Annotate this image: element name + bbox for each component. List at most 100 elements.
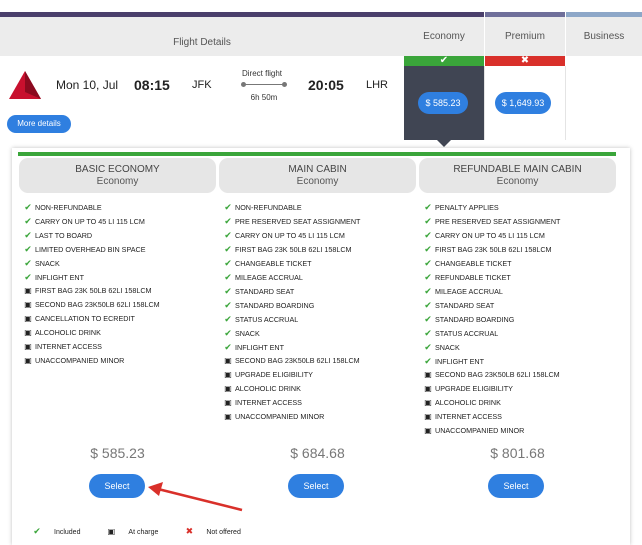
money-icon: ▣	[224, 384, 232, 393]
check-icon: ✔	[224, 328, 232, 338]
feature-label: STATUS ACCRUAL	[435, 329, 499, 338]
feature-item: ✔ MILEAGE ACCRUAL	[423, 284, 616, 298]
check-icon: ✔	[224, 258, 232, 268]
check-icon: ✔	[224, 314, 232, 324]
money-icon: ▣	[24, 328, 32, 337]
feature-item: ✔ SNACK	[423, 340, 616, 354]
check-icon: ✔	[424, 244, 432, 254]
check-icon: ✔	[424, 216, 432, 226]
check-icon: ✔	[224, 272, 232, 282]
business-column-header[interactable]: Business	[566, 12, 642, 56]
fare-header: REFUNDABLE MAIN CABIN Economy	[419, 158, 616, 193]
premium-column-header[interactable]: Premium	[485, 12, 565, 56]
select-refundable-main-cabin-button[interactable]: Select	[488, 474, 544, 498]
fare-refundable-main-cabin: REFUNDABLE MAIN CABIN Economy ✔ PENALTY A…	[419, 158, 616, 438]
feature-item: ✔ NON-REFUNDABLE	[23, 200, 216, 214]
money-icon: ▣	[424, 412, 432, 421]
check-icon: ✔	[24, 230, 32, 240]
check-icon: ✔	[224, 230, 232, 240]
feature-item: ▣ UPGRADE ELIGIBILITY	[423, 382, 616, 396]
feature-label: UPGRADE ELIGIBILITY	[235, 370, 313, 379]
check-icon: ✔	[224, 244, 232, 254]
legend-not-offered-label: Not offered	[206, 529, 241, 536]
check-icon: ✔	[224, 216, 232, 226]
economy-price-button[interactable]: $ 585.23	[418, 92, 468, 114]
economy-column-header[interactable]: Economy	[404, 12, 484, 56]
feature-item: ✔ CHANGEABLE TICKET	[423, 256, 616, 270]
feature-item: ✔ STANDARD BOARDING	[423, 312, 616, 326]
feature-label: INFLIGHT ENT	[435, 357, 484, 366]
feature-item: ✔ CARRY ON UP TO 45 LI 115 LCM	[423, 228, 616, 242]
feature-label: STATUS ACCRUAL	[235, 315, 299, 324]
check-icon: ✔	[424, 342, 432, 352]
check-icon: ✔	[33, 526, 41, 536]
feature-label: CARRY ON UP TO 45 LI 115 LCM	[235, 231, 345, 240]
feature-label: SNACK	[435, 343, 460, 352]
feature-label: FIRST BAG 23K 50LB 62LI 158LCM	[435, 245, 552, 254]
legend-charge-label: At charge	[128, 529, 159, 536]
feature-item: ▣ ALCOHOLIC DRINK	[223, 382, 416, 396]
feature-item: ✔ CARRY ON UP TO 45 LI 115 LCM	[223, 228, 416, 242]
feature-label: CANCELLATION TO ECREDIT	[35, 314, 135, 323]
feature-label: MILEAGE ACCRUAL	[235, 273, 303, 282]
feature-label: REFUNDABLE TICKET	[435, 273, 511, 282]
arrival-airport: LHR	[366, 79, 389, 91]
money-icon: ▣	[24, 342, 32, 351]
fare-name: REFUNDABLE MAIN CABIN	[453, 164, 582, 175]
feature-label: SECOND BAG 23K50LB 62LI 158LCM	[35, 300, 160, 309]
arrival-time: 20:05	[308, 77, 344, 93]
feature-item: ▣ UNACCOMPANIED MINOR	[23, 354, 216, 368]
column-divider	[484, 66, 485, 140]
feature-label: INTERNET ACCESS	[235, 398, 302, 407]
fare-basic-economy: BASIC ECONOMY Economy ✔ NON-REFUNDABLE ✔ CA…	[19, 158, 216, 368]
feature-label: UNACCOMPANIED MINOR	[235, 412, 325, 421]
fare-cabin: Economy	[96, 176, 139, 187]
check-icon: ✔	[424, 272, 432, 282]
feature-item: ✔ INFLIGHT ENT	[423, 354, 616, 368]
feature-label: STANDARD SEAT	[235, 287, 295, 296]
flight-details-header: Flight Details	[0, 12, 404, 56]
feature-item: ✔ CARRY ON UP TO 45 LI 115 LCM	[23, 214, 216, 228]
select-basic-economy-button[interactable]: Select	[89, 474, 145, 498]
feature-label: FIRST BAG 23K 50LB 62LI 158LCM	[235, 245, 352, 254]
feature-item: ▣ INTERNET ACCESS	[23, 340, 216, 354]
stops-label: Direct flight	[241, 69, 282, 78]
feature-item: ✔ NON-REFUNDABLE	[223, 200, 416, 214]
legend: ✔ Included ▣ At charge ✖ Not offered	[32, 526, 265, 537]
money-icon: ▣	[224, 412, 232, 421]
select-main-cabin-button[interactable]: Select	[288, 474, 344, 498]
feature-label: INFLIGHT ENT	[35, 273, 84, 282]
more-details-button[interactable]: More details	[7, 115, 71, 133]
feature-item: ▣ FIRST BAG 23K 50LB 62LI 158LCM	[23, 284, 216, 298]
feature-item: ✔ INFLIGHT ENT	[23, 270, 216, 284]
feature-item: ▣ SECOND BAG 23K50LB 62LI 158LCM	[423, 368, 616, 382]
feature-item: ✔ FIRST BAG 23K 50LB 62LI 158LCM	[223, 242, 416, 256]
feature-label: PRE RESERVED SEAT ASSIGNMENT	[435, 217, 561, 226]
feature-item: ▣ SECOND BAG 23K50LB 62LI 158LCM	[223, 354, 416, 368]
flight-details-title: Flight Details	[173, 37, 231, 48]
feature-label: FIRST BAG 23K 50LB 62LI 158LCM	[35, 286, 152, 295]
legend-charge: ▣ At charge	[106, 527, 170, 536]
legend-not-offered: ✖ Not offered	[184, 526, 253, 536]
feature-item: ▣ INTERNET ACCESS	[223, 396, 416, 410]
feature-item: ✔ STANDARD BOARDING	[223, 298, 416, 312]
check-icon: ✔	[24, 216, 32, 226]
flight-date: Mon 10, Jul	[56, 78, 119, 92]
legend-included: ✔ Included	[32, 526, 92, 536]
fare-options-panel: BASIC ECONOMY Economy ✔ NON-REFUNDABLE ✔ CA…	[12, 148, 630, 545]
fare-cabin: Economy	[496, 176, 539, 187]
money-icon: ▣	[424, 370, 432, 379]
fare-name: MAIN CABIN	[288, 164, 347, 175]
check-icon: ✔	[24, 272, 32, 282]
economy-available-bar: ✔	[404, 56, 484, 66]
feature-label: ALCOHOLIC DRINK	[35, 328, 101, 337]
money-icon: ▣	[424, 398, 432, 407]
feature-item: ✔ STATUS ACCRUAL	[223, 312, 416, 326]
feature-item: ▣ SECOND BAG 23K50LB 62LI 158LCM	[23, 298, 216, 312]
feature-item: ▣ UNACCOMPANIED MINOR	[223, 410, 416, 424]
money-icon: ▣	[107, 527, 116, 536]
feature-list: ✔ NON-REFUNDABLE ✔ PRE RESERVED SEAT ASSIGN…	[219, 200, 416, 424]
fare-header: MAIN CABIN Economy	[219, 158, 416, 193]
route-line	[241, 82, 287, 87]
premium-price-button[interactable]: $ 1,649.93	[495, 92, 551, 114]
